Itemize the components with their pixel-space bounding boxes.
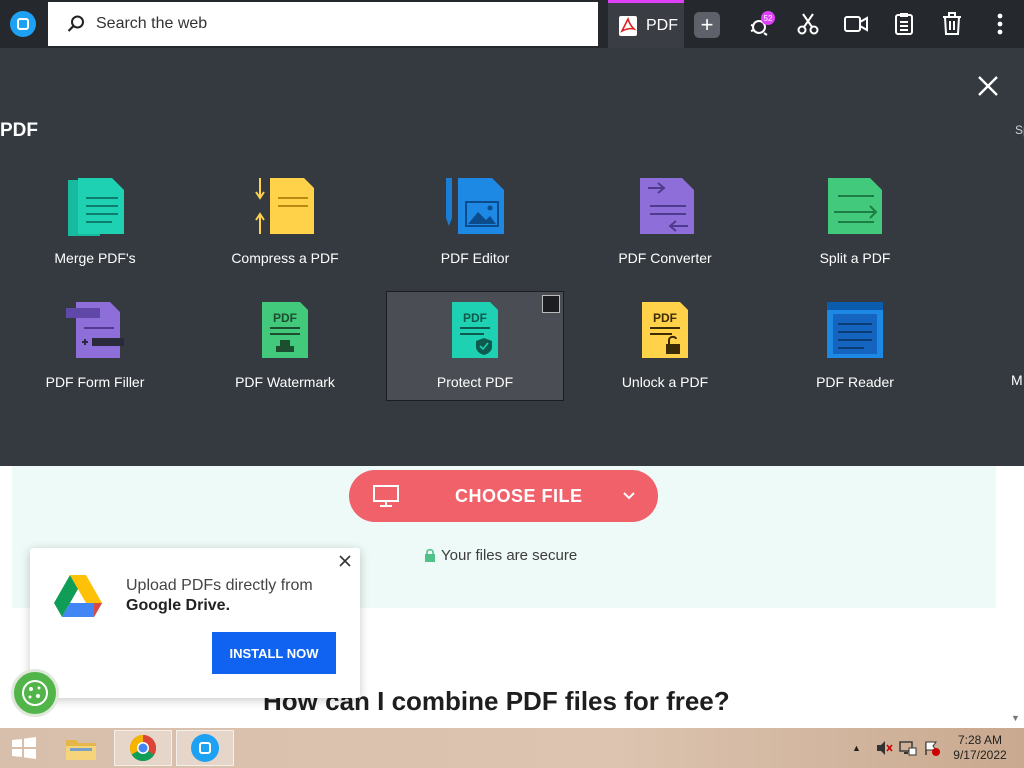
- lock-icon: [425, 549, 435, 562]
- tool-label: PDF Form Filler: [45, 374, 145, 390]
- monitor-icon: [373, 485, 399, 507]
- tool-pdf-editor[interactable]: PDF Editor: [386, 176, 564, 286]
- popup-line1: Upload PDFs directly from: [126, 577, 313, 594]
- tool-pdf-form-filler[interactable]: PDF Form Filler: [6, 300, 184, 410]
- more-menu-button[interactable]: [985, 9, 1015, 39]
- tool-pdf-reader[interactable]: PDF Reader: [766, 300, 944, 410]
- top-toolbar: PDF + 52: [0, 0, 1024, 48]
- svg-text:PDF: PDF: [273, 311, 297, 325]
- search-input[interactable]: [96, 15, 576, 33]
- clock-time: 7:28 AM: [957, 733, 1003, 747]
- popup-line2: Google Drive.: [126, 597, 231, 614]
- protect-pdf-icon: PDF: [452, 302, 498, 358]
- search-box[interactable]: [48, 2, 598, 46]
- close-icon[interactable]: [338, 554, 352, 568]
- compress-pdf-icon: [255, 178, 314, 234]
- tool-label: Merge PDF's: [54, 250, 136, 266]
- app-logo-icon: [191, 734, 219, 762]
- cut-button[interactable]: [793, 9, 823, 39]
- new-tab-button[interactable]: +: [694, 12, 720, 38]
- system-clock[interactable]: 7:28 AM 9/17/2022: [944, 733, 1016, 763]
- secure-note: Your files are secure: [424, 547, 577, 564]
- tool-label: PDF Converter: [618, 250, 712, 266]
- install-now-button[interactable]: INSTALL NOW: [212, 632, 336, 674]
- volume-muted-icon[interactable]: [875, 740, 893, 756]
- tool-merge-pdf[interactable]: Merge PDF's: [6, 176, 184, 286]
- split-pdf-icon: [828, 178, 882, 234]
- windows-icon: [12, 737, 36, 759]
- svg-text:PDF: PDF: [653, 311, 677, 325]
- clipboard-button[interactable]: [889, 9, 919, 39]
- system-tray: ▲: [852, 728, 941, 768]
- pdf-icon: [619, 15, 637, 36]
- pdf-form-filler-icon: [66, 302, 124, 358]
- clipboard-icon: [895, 13, 913, 35]
- chrome-icon: [129, 734, 157, 762]
- tool-label: Protect PDF: [436, 374, 514, 390]
- tab-pdf[interactable]: PDF: [608, 0, 684, 48]
- tab-pdf-label: PDF: [646, 16, 678, 34]
- scroll-down-arrow[interactable]: ▼: [1011, 713, 1020, 723]
- tool-split-pdf[interactable]: Split a PDF: [766, 176, 944, 286]
- pdf-converter-icon: [640, 178, 694, 234]
- more-vertical-icon: [997, 13, 1003, 35]
- extension-button[interactable]: 52: [746, 9, 776, 39]
- tool-pdf-watermark[interactable]: PDF PDF Watermark: [196, 300, 374, 410]
- unlock-pdf-icon: PDF: [642, 302, 688, 358]
- action-center-flag-icon[interactable]: [923, 740, 941, 756]
- bug-icon: 52: [750, 11, 775, 36]
- notification-badge: 52: [764, 14, 773, 23]
- tool-label: Split a PDF: [819, 250, 891, 266]
- scissors-icon: [797, 13, 819, 35]
- choose-file-label: CHOOSE FILE: [455, 485, 583, 506]
- video-camera-icon: [844, 16, 868, 32]
- tool-label: PDF Editor: [440, 250, 510, 266]
- app-taskbar-button[interactable]: [176, 730, 234, 766]
- pdf-watermark-icon: PDF: [262, 302, 308, 358]
- google-drive-icon: [54, 575, 102, 617]
- tool-protect-pdf[interactable]: PDF Protect PDF: [386, 291, 564, 401]
- tool-label: PDF Reader: [816, 374, 894, 390]
- taskbar: ▲: [0, 728, 1024, 768]
- search-icon: [67, 15, 84, 32]
- tool-label: PDF Watermark: [235, 374, 335, 390]
- cookie-icon: [22, 680, 48, 706]
- folder-icon: [66, 740, 96, 760]
- show-hidden-icons-icon[interactable]: ▲: [852, 743, 861, 753]
- merge-pdf-icon: [68, 178, 124, 236]
- delete-button[interactable]: [937, 9, 967, 39]
- secure-text: Your files are secure: [441, 547, 578, 564]
- tool-label: Compress a PDF: [231, 250, 339, 266]
- tool-unlock-pdf[interactable]: PDF Unlock a PDF: [576, 300, 754, 410]
- edge-label-2: M: [1011, 372, 1023, 388]
- tool-label: Unlock a PDF: [621, 374, 709, 390]
- file-explorer-button[interactable]: [52, 730, 110, 766]
- trash-icon: [943, 12, 961, 35]
- chevron-down-icon[interactable]: [622, 489, 636, 503]
- panel-title: PDF: [0, 120, 38, 141]
- app-logo-icon[interactable]: [10, 11, 36, 37]
- pdf-editor-icon: [446, 178, 504, 234]
- chrome-button[interactable]: [114, 730, 172, 766]
- pdf-reader-icon: [827, 302, 883, 358]
- svg-text:PDF: PDF: [463, 311, 487, 325]
- network-icon[interactable]: [899, 740, 917, 756]
- edge-label: Sp: [1015, 123, 1024, 137]
- close-icon[interactable]: [976, 74, 1000, 98]
- video-button[interactable]: [841, 9, 871, 39]
- clock-date: 9/17/2022: [953, 748, 1007, 762]
- google-drive-popup: Upload PDFs directly from Google Drive. …: [30, 548, 360, 698]
- cookie-settings-button[interactable]: [11, 669, 59, 717]
- tool-compress-pdf[interactable]: Compress a PDF: [196, 176, 374, 286]
- start-button[interactable]: [0, 730, 48, 766]
- choose-file-button[interactable]: CHOOSE FILE: [349, 470, 658, 522]
- tool-pdf-converter[interactable]: PDF Converter: [576, 176, 754, 286]
- select-checkbox[interactable]: [542, 295, 560, 313]
